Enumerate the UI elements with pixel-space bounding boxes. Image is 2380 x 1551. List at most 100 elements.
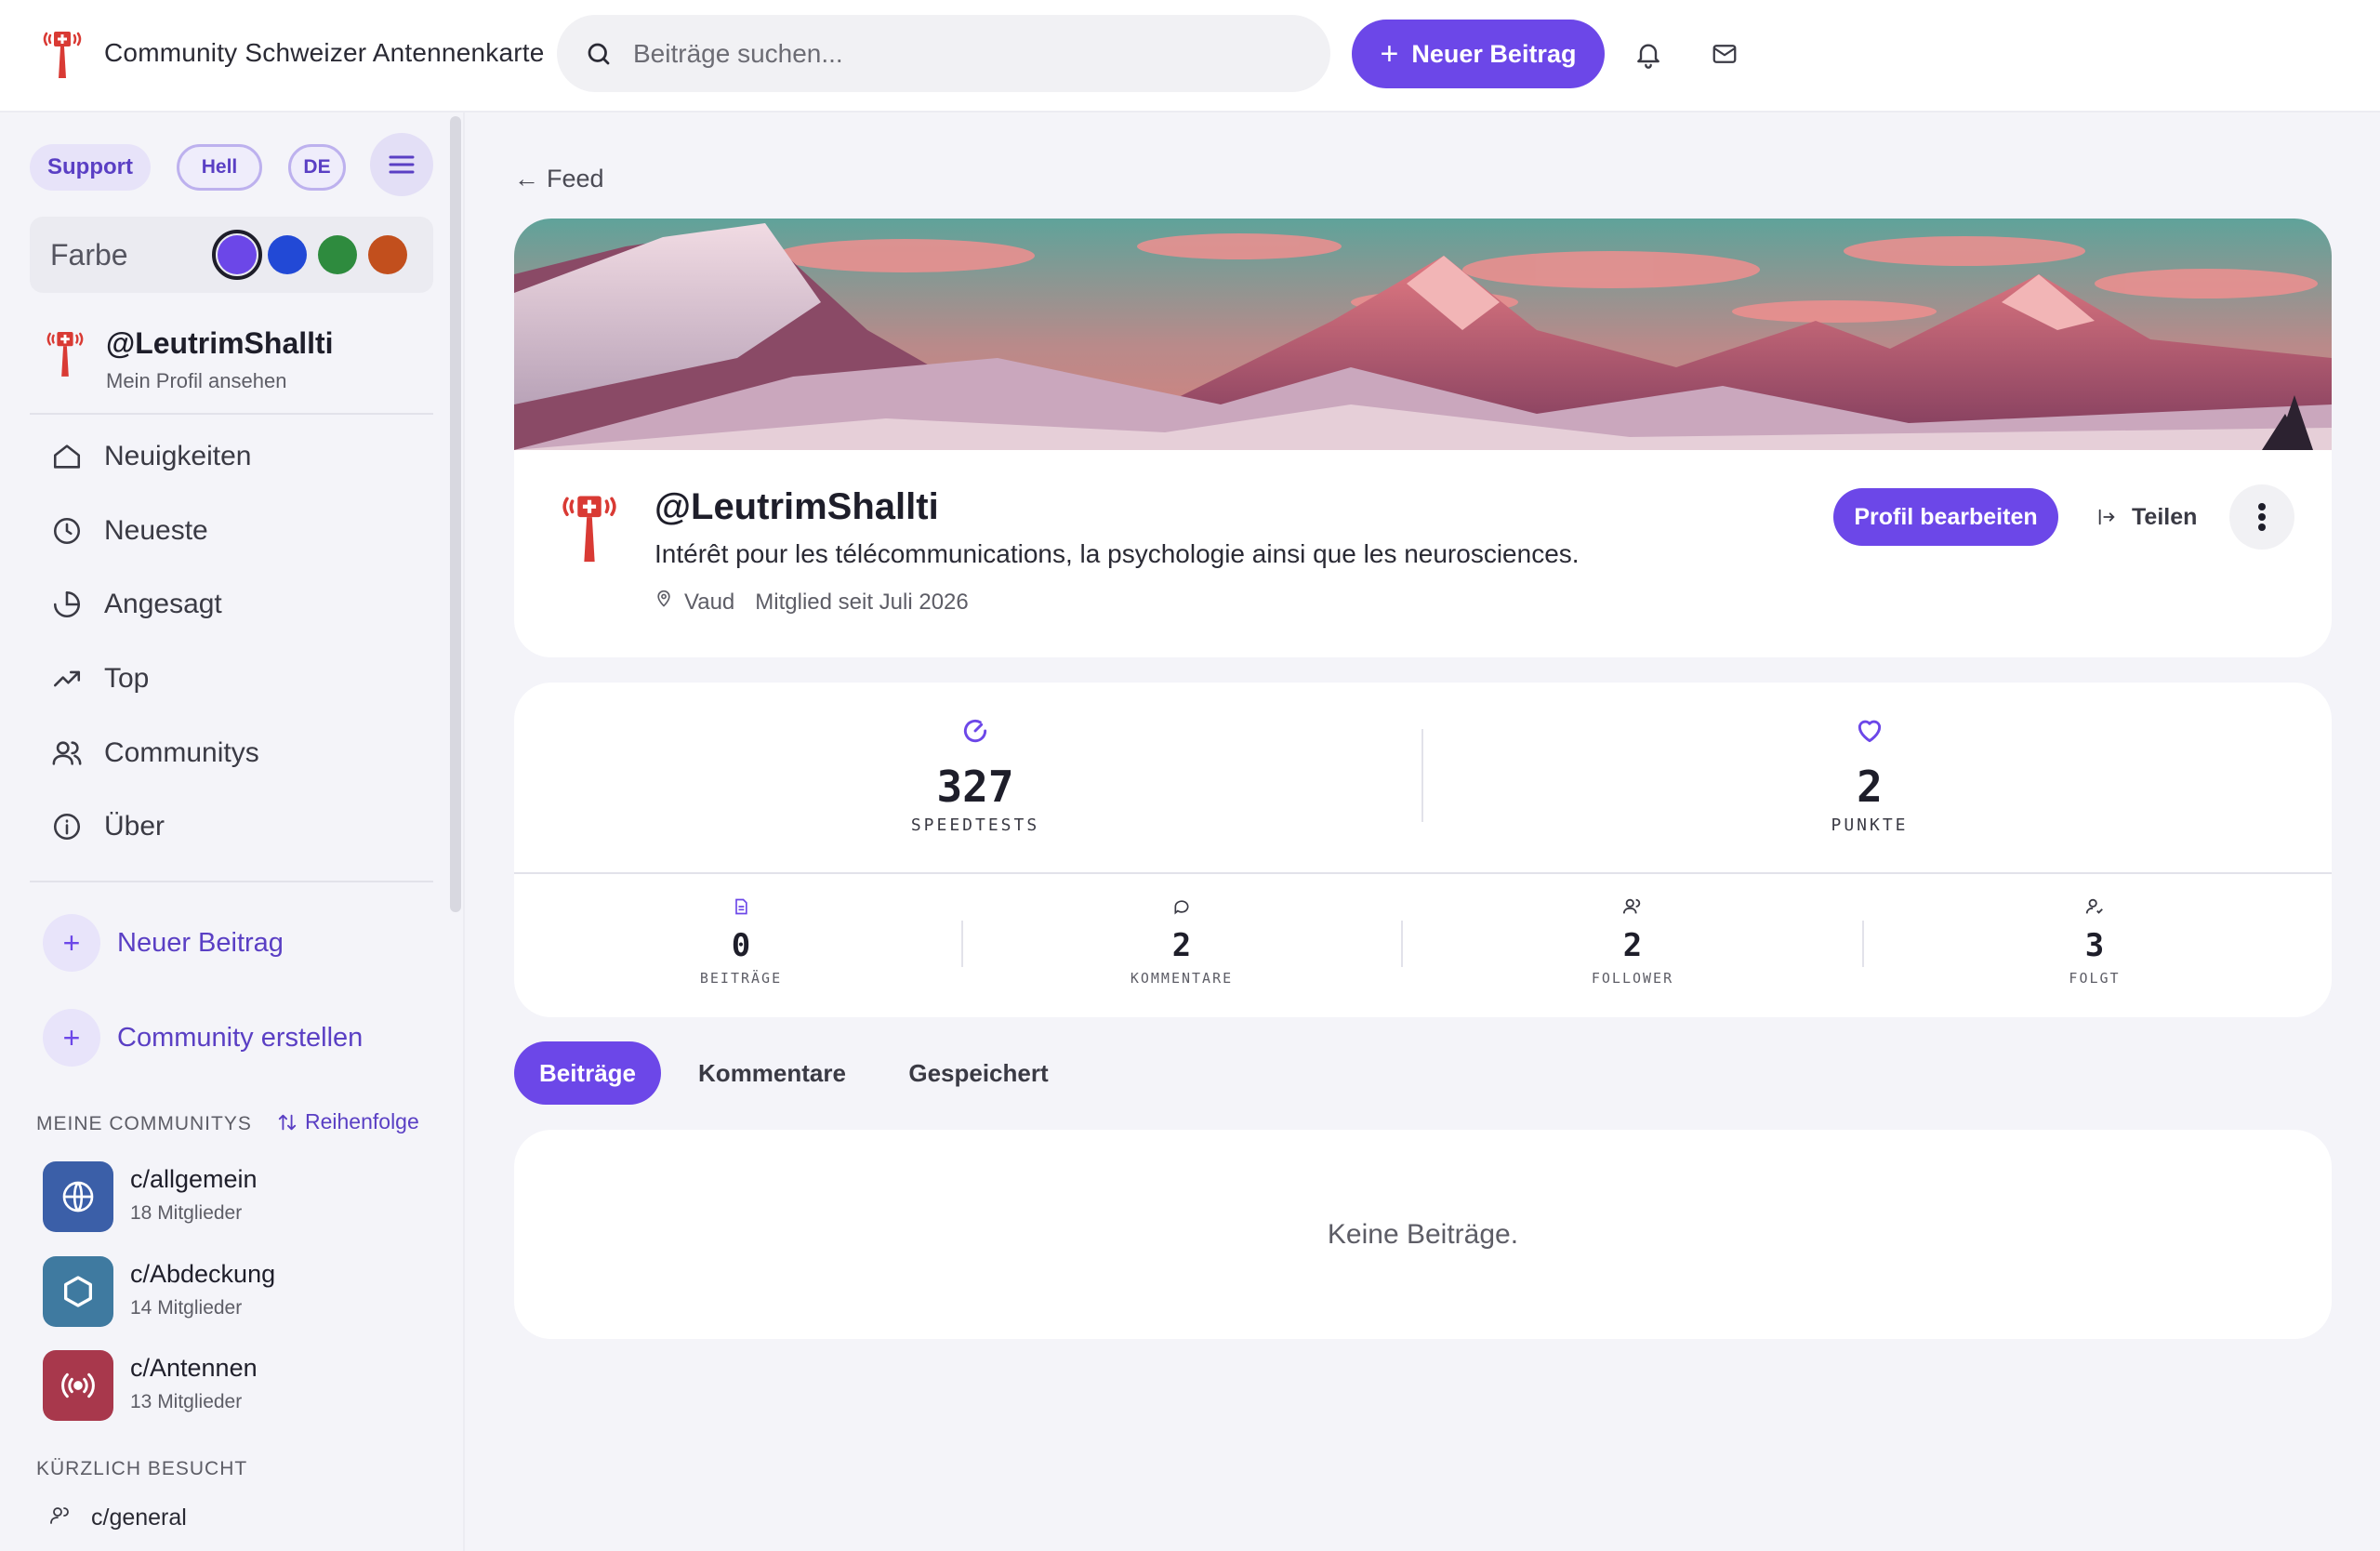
posts-empty-state: Keine Beiträge. xyxy=(514,1130,2332,1339)
empty-state-text: Keine Beiträge. xyxy=(1327,1218,1519,1250)
divider xyxy=(1862,921,1864,967)
community-members: 13 Mitglieder xyxy=(130,1391,243,1412)
stat-folgt: 3 FOLGT xyxy=(2002,896,2188,987)
community-name: c/allgemein xyxy=(130,1165,258,1193)
search-bar[interactable] xyxy=(557,15,1330,92)
sidebar-item-label: Über xyxy=(104,811,165,842)
tab-gespeichert[interactable]: Gespeichert xyxy=(892,1041,1064,1105)
comment-icon xyxy=(1174,900,1189,915)
profile-card: @LeutrimShallti Intérêt pour les télécom… xyxy=(514,219,2332,657)
sidebar-item-top[interactable]: Top xyxy=(48,651,149,707)
back-label: Feed xyxy=(547,165,604,192)
create-community-button[interactable]: + Community erstellen xyxy=(43,1009,363,1067)
more-options-button[interactable] xyxy=(2229,484,2294,550)
profile-username: @LeutrimShallti xyxy=(654,486,939,527)
sidebar-username: @LeutrimShallti xyxy=(106,326,334,360)
theme-toggle[interactable]: Hell xyxy=(177,144,262,191)
community-item-antennen[interactable]: c/Antennen 13 Mitglieder xyxy=(43,1350,258,1421)
mail-icon xyxy=(1712,45,1737,63)
action-label: Community erstellen xyxy=(117,1022,364,1053)
color-swatch-purple[interactable] xyxy=(212,230,262,280)
hexagon-icon xyxy=(43,1256,113,1327)
messages-button[interactable] xyxy=(1708,37,1741,71)
stat-value: 2 xyxy=(1622,927,1643,964)
stat-follower: 2 FOLLOWER xyxy=(1540,896,1726,987)
community-item-abdeckung[interactable]: c/Abdeckung 14 Mitglieder xyxy=(43,1256,275,1327)
recent-title: KÜRZLICH BESUCHT xyxy=(36,1458,248,1479)
sidebar-item-label: Communitys xyxy=(104,737,259,768)
color-swatch-green[interactable] xyxy=(318,235,357,274)
sidebar-new-post-button[interactable]: + Neuer Beitrag xyxy=(43,914,284,972)
app-title: Community Schweizer Antennenkarte xyxy=(104,38,545,67)
divider xyxy=(1401,921,1403,967)
share-button[interactable]: Teilen xyxy=(2096,488,2197,546)
stat-value: 0 xyxy=(731,927,751,964)
support-label: Support xyxy=(47,154,133,179)
stat-beitraege: 0 BEITRÄGE xyxy=(648,896,834,987)
users-icon xyxy=(1622,898,1641,914)
stats-card: 327 SPEEDTESTS 2 PUNKTE 0 BEITRÄGE 2 KOM… xyxy=(514,683,2332,1017)
stat-value: 2 xyxy=(1857,762,1883,812)
color-swatch-orange[interactable] xyxy=(368,235,407,274)
sidebar-item-communitys[interactable]: Communitys xyxy=(48,725,259,781)
reorder-label: Reihenfolge xyxy=(305,1109,419,1133)
globe-icon xyxy=(43,1161,113,1232)
divider xyxy=(30,881,433,882)
home-icon xyxy=(48,438,86,475)
tab-label: Gespeichert xyxy=(908,1058,1049,1087)
stat-kommentare: 2 KOMMENTARE xyxy=(1089,896,1275,987)
plus-icon: + xyxy=(43,1009,100,1067)
community-name: c/Antennen xyxy=(130,1354,258,1382)
menu-button[interactable] xyxy=(370,133,433,196)
stat-label: KOMMENTARE xyxy=(1130,970,1234,987)
color-swatch-blue[interactable] xyxy=(268,235,307,274)
sidebar-item-neueste[interactable]: Neueste xyxy=(48,503,208,559)
edit-profile-button[interactable]: Profil bearbeiten xyxy=(1833,488,2058,546)
sidebar-item-label: Neuigkeiten xyxy=(104,441,252,471)
profile-avatar-icon xyxy=(46,332,84,377)
clock-icon xyxy=(48,512,86,550)
brand-link[interactable]: Community Schweizer Antennenkarte xyxy=(41,26,545,80)
stat-value: 2 xyxy=(1171,927,1192,964)
hamburger-icon xyxy=(389,155,415,174)
language-toggle[interactable]: DE xyxy=(288,144,346,191)
back-to-feed-link[interactable]: ← Feed xyxy=(514,165,604,193)
reorder-button[interactable]: Reihenfolge xyxy=(277,1109,419,1134)
divider xyxy=(1421,729,1423,822)
trending-icon xyxy=(48,586,86,623)
sidebar-scrollbar[interactable] xyxy=(450,116,461,912)
recent-item-general[interactable]: c/general xyxy=(48,1505,187,1531)
antenna-logo-icon xyxy=(43,32,82,78)
profile-meta: Vaud Mitglied seit Juli 2026 xyxy=(654,589,969,616)
notifications-button[interactable] xyxy=(1632,37,1665,71)
sidebar-item-uber[interactable]: Über xyxy=(48,799,165,855)
share-label: Teilen xyxy=(2132,503,2198,530)
profile-bio: Intérêt pour les télécommunications, la … xyxy=(654,539,1580,568)
stat-value: 327 xyxy=(936,762,1014,812)
profile-member-since: Mitglied seit Juli 2026 xyxy=(755,589,969,615)
profile-avatar-icon xyxy=(562,496,616,563)
sidebar-item-label: Neueste xyxy=(104,515,208,546)
tab-kommentare[interactable]: Kommentare xyxy=(686,1041,858,1105)
sidebar-item-neuigkeiten[interactable]: Neuigkeiten xyxy=(48,429,251,484)
tab-beitraege[interactable]: Beiträge xyxy=(514,1041,661,1105)
top-bar: Community Schweizer Antennenkarte + Neue… xyxy=(0,0,2380,113)
sidebar-item-angesagt[interactable]: Angesagt xyxy=(48,577,222,632)
search-input[interactable] xyxy=(633,38,1284,69)
view-profile-link[interactable]: Mein Profil ansehen xyxy=(106,369,286,393)
color-label: Farbe xyxy=(50,237,128,272)
my-communities-title: MEINE COMMUNITYS xyxy=(36,1113,252,1134)
more-vertical-icon xyxy=(2258,503,2266,531)
community-item-allgemein[interactable]: c/allgemein 18 Mitglieder xyxy=(43,1161,258,1232)
new-post-button[interactable]: + Neuer Beitrag xyxy=(1352,20,1605,88)
community-members: 14 Mitglieder xyxy=(130,1297,243,1319)
language-label: DE xyxy=(303,156,331,178)
new-post-label: Neuer Beitrag xyxy=(1411,39,1577,68)
stat-label: FOLGT xyxy=(2069,970,2121,987)
user-icon xyxy=(48,1505,71,1531)
info-icon xyxy=(48,808,86,845)
community-members: 18 Mitglieder xyxy=(130,1202,243,1224)
users-icon xyxy=(48,735,86,772)
sidebar-item-label: Top xyxy=(104,663,150,694)
support-button[interactable]: Support xyxy=(30,144,151,191)
